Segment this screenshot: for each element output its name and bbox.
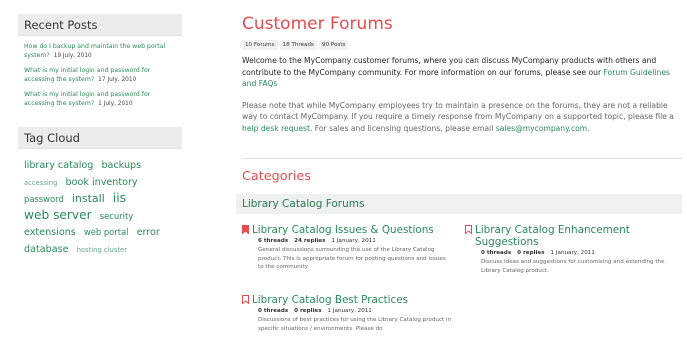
notice-text: Please note that while MyCompany employe…: [242, 100, 674, 122]
tag-link[interactable]: library catalog: [24, 160, 93, 171]
forum-title[interactable]: Library Catalog Enhancement Suggestions: [465, 224, 675, 248]
tag-link[interactable]: web portal: [84, 227, 129, 237]
tag-link[interactable]: password: [24, 194, 64, 204]
recent-post-item: How do I backup and maintain the web por…: [24, 42, 178, 61]
forum-date: 1 January, 2011: [331, 238, 376, 244]
main-content: Customer Forums 10 Forums 18 Threads 90 …: [236, 14, 682, 354]
recent-post-link[interactable]: How do I backup and maintain the web por…: [24, 43, 165, 59]
forum-meta: 0 threads 0 replies 1 January, 2011: [465, 250, 675, 256]
stat-threads: 18 Threads: [279, 40, 317, 50]
forum-threads: 0 threads: [258, 308, 289, 314]
help-desk-link[interactable]: help desk request: [242, 124, 310, 133]
notice-text: . For sales and licensing questions, ple…: [309, 123, 496, 133]
tag-link[interactable]: backups: [101, 160, 141, 171]
categories-heading: Categories: [242, 169, 311, 184]
tag-link[interactable]: extensions: [24, 227, 76, 238]
forum-description: General discussions surrounding the use …: [258, 247, 446, 270]
forum-item: Library Catalog Issues & Questions 6 thr…: [242, 224, 452, 272]
forum-item: Library Catalog Enhancement Suggestions …: [465, 224, 675, 275]
forum-title-text[interactable]: Library Catalog Best Practices: [252, 294, 408, 306]
bookmark-filled-icon: [242, 225, 249, 234]
recent-posts-heading: Recent Posts: [18, 14, 182, 36]
bookmark-outline-icon: [465, 225, 472, 234]
recent-post-date: 19 July, 2010: [53, 53, 92, 59]
forum-title[interactable]: Library Catalog Best Practices: [242, 294, 452, 306]
tag-link[interactable]: hosting cluster: [77, 246, 127, 254]
forum-threads: 0 threads: [481, 250, 512, 256]
tag-link[interactable]: accessing: [24, 179, 57, 187]
category-library-catalog-forums[interactable]: Library Catalog Forums: [236, 194, 682, 214]
tag-link[interactable]: install: [72, 192, 105, 205]
tag-link[interactable]: iis: [113, 191, 126, 205]
tag-link[interactable]: error: [137, 227, 160, 238]
recent-post-date: 17 July, 2010: [98, 77, 137, 83]
divider: [242, 158, 682, 159]
notice-text: .: [587, 123, 590, 133]
recent-posts-list: How do I backup and maintain the web por…: [18, 36, 182, 109]
forum-replies: 0 replies: [294, 308, 322, 314]
forum-meta: 0 threads 0 replies 1 January, 2011: [242, 308, 452, 314]
forum-meta: 6 threads 24 replies 1 January, 2011: [242, 238, 452, 244]
forum-replies: 0 replies: [517, 250, 545, 256]
bookmark-outline-icon: [242, 295, 249, 304]
tag-link[interactable]: security: [100, 211, 133, 221]
page-title: Customer Forums: [242, 14, 393, 34]
forum-date: 1 January, 2011: [327, 308, 372, 314]
sales-email-link[interactable]: sales@mycompany.com: [496, 124, 587, 133]
forum-title[interactable]: Library Catalog Issues & Questions: [242, 224, 452, 236]
stat-forums: 10 Forums: [242, 40, 278, 50]
recent-post-item: What is my initial login and password fo…: [24, 66, 178, 85]
tag-link[interactable]: web server: [24, 208, 92, 222]
stat-posts: 90 Posts: [318, 40, 349, 50]
recent-post-item: What is my initial login and password fo…: [24, 90, 178, 109]
tag-cloud: library catalog backups accessing book i…: [18, 149, 182, 257]
tag-link[interactable]: database: [24, 244, 68, 255]
forum-threads: 6 threads: [258, 238, 289, 244]
sidebar: Recent Posts How do I backup and maintai…: [18, 14, 182, 257]
forum-stats: 10 Forums 18 Threads 90 Posts: [242, 40, 682, 50]
forum-title-text[interactable]: Library Catalog Enhancement Suggestions: [475, 224, 675, 248]
intro-text: Welcome to the MyCompany customer forums…: [242, 56, 657, 77]
notice-paragraph: Please note that while MyCompany employe…: [242, 100, 682, 135]
intro-paragraph: Welcome to the MyCompany customer forums…: [242, 55, 682, 90]
recent-post-date: 1 July, 2010: [98, 101, 133, 107]
forum-list: Library Catalog Issues & Questions 6 thr…: [242, 224, 682, 354]
forum-replies: 24 replies: [294, 238, 326, 244]
tag-link[interactable]: book inventory: [66, 177, 138, 188]
forum-date: 1 January, 2011: [550, 250, 595, 256]
forum-description: Discussions of best practices for using …: [258, 317, 452, 332]
forum-title-text[interactable]: Library Catalog Issues & Questions: [252, 224, 434, 236]
tag-cloud-heading: Tag Cloud: [18, 127, 182, 149]
forum-item: Library Catalog Best Practices 0 threads…: [242, 294, 452, 333]
forum-description: Discuss ideas and suggestions for custom…: [481, 259, 665, 274]
